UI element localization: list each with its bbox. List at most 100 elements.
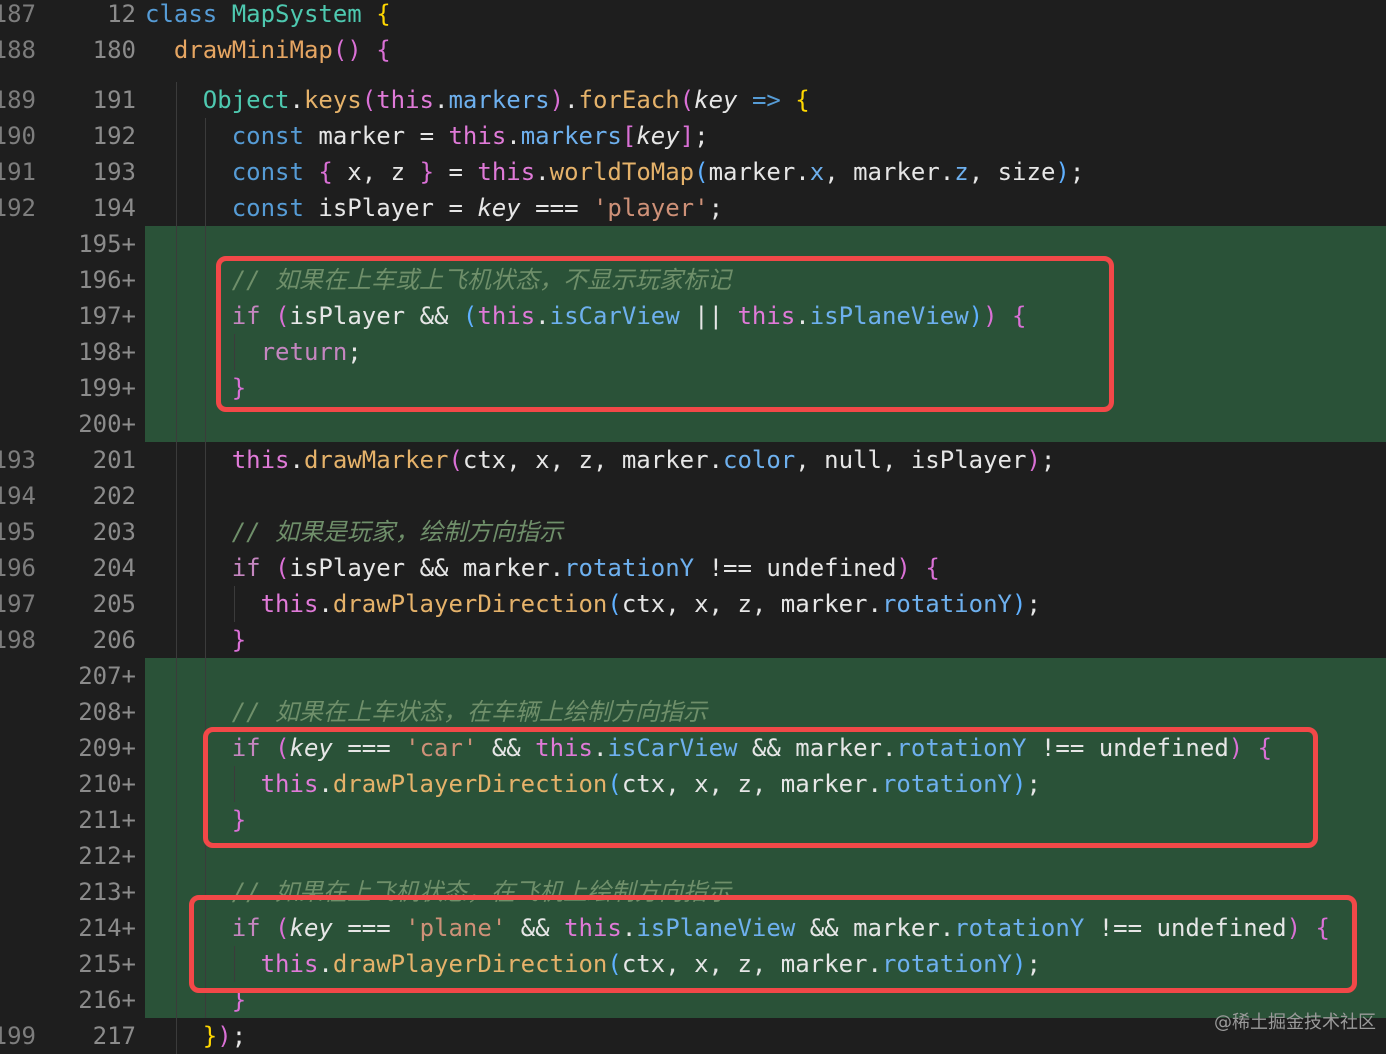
new-line-number: 210+ [78,770,136,798]
code-text[interactable] [145,658,1386,694]
indent-guide [233,586,235,622]
diff-line[interactable]: 208+ // 如果在上车状态，在车辆上绘制方向指示 [0,694,1386,730]
indent-guide [175,1018,177,1054]
code-token: } [231,626,247,654]
code-text[interactable]: } [145,622,1386,658]
code-token: { [376,0,391,28]
new-line-number: 200+ [78,410,136,438]
old-line-number [0,838,40,874]
old-line-number [0,982,40,1018]
diff-line[interactable]: 190 192 const marker = this.markers[key]; [0,118,1386,154]
indent-guide [204,334,206,370]
code-text[interactable]: }); [145,1018,1386,1054]
code-text[interactable]: this.drawPlayerDirection(ctx, x, z, mark… [145,586,1386,622]
new-line-number: 203 [92,518,136,546]
code-text[interactable]: // 如果在上车状态，在车辆上绘制方向指示 [145,694,1386,730]
old-line-number [0,730,40,766]
new-line-number: 211+ [78,806,136,834]
diff-line[interactable]: 194 202 [0,478,1386,514]
sticky-scroll-line[interactable]: 187 12 class MapSystem { [0,0,1386,32]
code-token: === [520,194,593,222]
indent-guide [204,550,206,586]
new-line-number: 213+ [78,878,136,906]
old-line-number: 188 [0,36,36,64]
code-token: rotationY [881,590,1012,618]
old-line-number: 187 [0,0,36,28]
code-token: [ [621,122,637,150]
code-token: ; [694,122,709,150]
code-text[interactable]: Object.keys(this.markers).forEach(key =>… [145,82,1386,118]
code-text[interactable]: this.drawMarker(ctx, x, z, marker.color,… [145,442,1386,478]
code-text[interactable]: // 如果是玩家，绘制方向指示 [145,514,1386,550]
code-text[interactable]: class MapSystem { [145,0,1386,32]
indent-guide [175,802,177,838]
code-token: , null, isPlayer [795,446,1027,474]
diff-line[interactable]: 189191 Object.keys(this.markers).forEach… [0,82,1386,118]
diff-line[interactable]: 199 217 }); [0,1018,1386,1054]
old-line-number: 195 [0,518,36,546]
code-token: { [318,158,333,186]
new-line-number: 192 [92,122,136,150]
highlight-box [189,895,1357,993]
diff-line[interactable]: 197 205 this.drawPlayerDirection(ctx, x, … [0,586,1386,622]
diff-line[interactable]: 191 193 const { x, z } = this.worldToMap(… [0,154,1386,190]
code-token: this [260,590,319,618]
code-token: . [318,590,333,618]
indent-guide [204,154,206,190]
diff-line[interactable]: 198 206 } [0,622,1386,658]
indent-guide [175,154,177,190]
highlight-box [203,727,1318,848]
diff-view[interactable]: 189191 Object.keys(this.markers).forEach… [0,0,1386,1054]
indent-guide [175,550,177,586]
code-token: = [419,122,449,150]
code-text[interactable]: drawMiniMap() { [145,32,1386,68]
code-text[interactable]: const { x, z } = this.worldToMap(marker.… [145,154,1386,190]
indent-guide [204,586,206,622]
sticky-scroll-line[interactable]: 188 180 drawMiniMap() { [0,32,1386,68]
indent-guide [204,226,206,262]
diff-line[interactable]: 193 201 this.drawMarker(ctx, x, z, marker… [0,442,1386,478]
indent-guide [204,478,206,514]
code-token: // 如果是玩家，绘制方向指示 [231,518,564,546]
new-line-number: 195+ [78,230,136,258]
code-text[interactable]: const isPlayer = key === 'player'; [145,190,1386,226]
new-line-number: 193 [92,158,136,186]
indent-guide [175,226,177,262]
code-token: rotationY [564,554,695,582]
old-line-number [0,262,40,298]
old-line-number [0,406,40,442]
code-text[interactable] [145,478,1386,514]
code-token: { [376,36,391,64]
indent-guide [175,442,177,478]
code-token: z [954,158,969,186]
indent-guide [175,406,177,442]
new-line-number: 217 [92,1022,136,1050]
code-token: ; [231,1022,247,1050]
code-text[interactable]: const marker = this.markers[key]; [145,118,1386,154]
indent-guide [204,262,206,298]
code-token: . [289,446,304,474]
new-line-number: 191 [92,86,136,114]
code-token: ) [1026,446,1041,474]
indent-guide [204,658,206,694]
code-token: , size [968,158,1056,186]
diff-line[interactable]: 192 194 const isPlayer = key === 'player'… [0,190,1386,226]
new-line-number: 207+ [78,662,136,690]
diff-line[interactable]: 196 204 if (isPlayer && marker.rotationY … [0,550,1386,586]
new-line-number: 215+ [78,950,136,978]
code-token: MapSystem [231,0,362,28]
old-line-number [0,226,40,262]
old-line-number [0,802,40,838]
new-line-number: 194 [92,194,136,222]
indent-guide [204,622,206,658]
indent-guide [204,370,206,406]
code-token: ( [679,86,695,114]
diff-line[interactable]: 195 203 // 如果是玩家，绘制方向指示 [0,514,1386,550]
old-line-number: 192 [0,194,36,222]
new-line-number: 216+ [78,986,136,1014]
code-token: if [231,554,276,582]
code-text[interactable]: if (isPlayer && marker.rotationY !== und… [145,550,1386,586]
diff-line[interactable]: 207+ [0,658,1386,694]
